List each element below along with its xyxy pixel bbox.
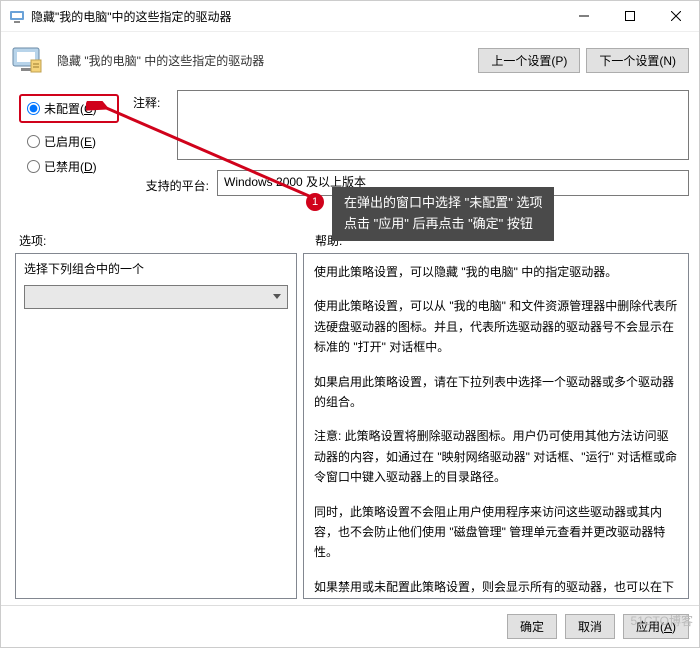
prev-setting-button[interactable]: 上一个设置(P) bbox=[478, 48, 580, 73]
comment-label: 注释: bbox=[133, 90, 169, 111]
instruction-callout: 1 在弹出的窗口中选择 "未配置" 选项 点击 "应用" 后再点击 "确定" 按… bbox=[306, 187, 554, 241]
minimize-button[interactable] bbox=[561, 1, 607, 31]
options-pane: 选择下列组合中的一个 bbox=[15, 253, 297, 599]
callout-line-1: 在弹出的窗口中选择 "未配置" 选项 bbox=[344, 193, 542, 214]
radio-not-configured-highlight: 未配置(C) bbox=[19, 94, 119, 123]
radio-disabled-label[interactable]: 已禁用(D) bbox=[44, 158, 97, 175]
platform-label: 支持的平台: bbox=[133, 173, 209, 194]
radio-enabled-label[interactable]: 已启用(E) bbox=[44, 133, 96, 150]
help-pane[interactable]: 使用此策略设置，可以隐藏 "我的电脑" 中的指定驱动器。使用此策略设置，可以从 … bbox=[303, 253, 689, 599]
radio-disabled[interactable] bbox=[27, 160, 40, 173]
header: 隐藏 "我的电脑" 中的这些指定的驱动器 上一个设置(P) 下一个设置(N) bbox=[1, 32, 699, 82]
options-hint: 选择下列组合中的一个 bbox=[16, 254, 296, 283]
policy-title: 隐藏 "我的电脑" 中的这些指定的驱动器 bbox=[57, 52, 468, 69]
radio-not-configured-label[interactable]: 未配置(C) bbox=[44, 100, 97, 117]
help-paragraph: 如果启用此策略设置，请在下拉列表中选择一个驱动器或多个驱动器的组合。 bbox=[314, 372, 678, 413]
close-button[interactable] bbox=[653, 1, 699, 31]
footer: 确定 取消 应用(A) bbox=[1, 605, 699, 647]
maximize-button[interactable] bbox=[607, 1, 653, 31]
help-paragraph: 使用此策略设置，可以隐藏 "我的电脑" 中的指定驱动器。 bbox=[314, 262, 678, 282]
app-icon bbox=[9, 8, 25, 24]
radio-enabled[interactable] bbox=[27, 135, 40, 148]
next-setting-button[interactable]: 下一个设置(N) bbox=[586, 48, 689, 73]
titlebar: 隐藏"我的电脑"中的这些指定的驱动器 bbox=[1, 1, 699, 32]
config-panel: 未配置(C) 已启用(E) 已禁用(D) 注释: 支持的平台: Windows … bbox=[1, 82, 699, 202]
help-paragraph: 如果禁用或未配置此策略设置，则会显示所有的驱动器，也可以在下拉列表中选择 "不限… bbox=[314, 577, 678, 599]
watermark: 51CTO博客 bbox=[631, 612, 693, 629]
help-paragraph: 同时，此策略设置不会阻止用户使用程序来访问这些驱动器或其内容，也不会防止他们使用… bbox=[314, 502, 678, 563]
ok-button[interactable]: 确定 bbox=[507, 614, 557, 639]
callout-line-2: 点击 "应用" 后再点击 "确定" 按钮 bbox=[344, 214, 542, 235]
options-section-label: 选项: bbox=[19, 232, 315, 249]
drive-combo-dropdown[interactable] bbox=[24, 285, 288, 309]
callout-box: 在弹出的窗口中选择 "未配置" 选项 点击 "应用" 后再点击 "确定" 按钮 bbox=[332, 187, 554, 241]
radio-column: 未配置(C) 已启用(E) 已禁用(D) bbox=[19, 88, 119, 196]
policy-icon bbox=[11, 42, 47, 78]
help-paragraph: 使用此策略设置，可以从 "我的电脑" 和文件资源管理器中删除代表所选硬盘驱动器的… bbox=[314, 296, 678, 357]
help-paragraph: 注意: 此策略设置将删除驱动器图标。用户仍可使用其他方法访问驱动器的内容，如通过… bbox=[314, 426, 678, 487]
callout-badge: 1 bbox=[306, 193, 324, 211]
comment-textarea[interactable] bbox=[177, 90, 689, 160]
radio-not-configured[interactable] bbox=[27, 102, 40, 115]
window-title: 隐藏"我的电脑"中的这些指定的驱动器 bbox=[31, 8, 561, 25]
cancel-button[interactable]: 取消 bbox=[565, 614, 615, 639]
